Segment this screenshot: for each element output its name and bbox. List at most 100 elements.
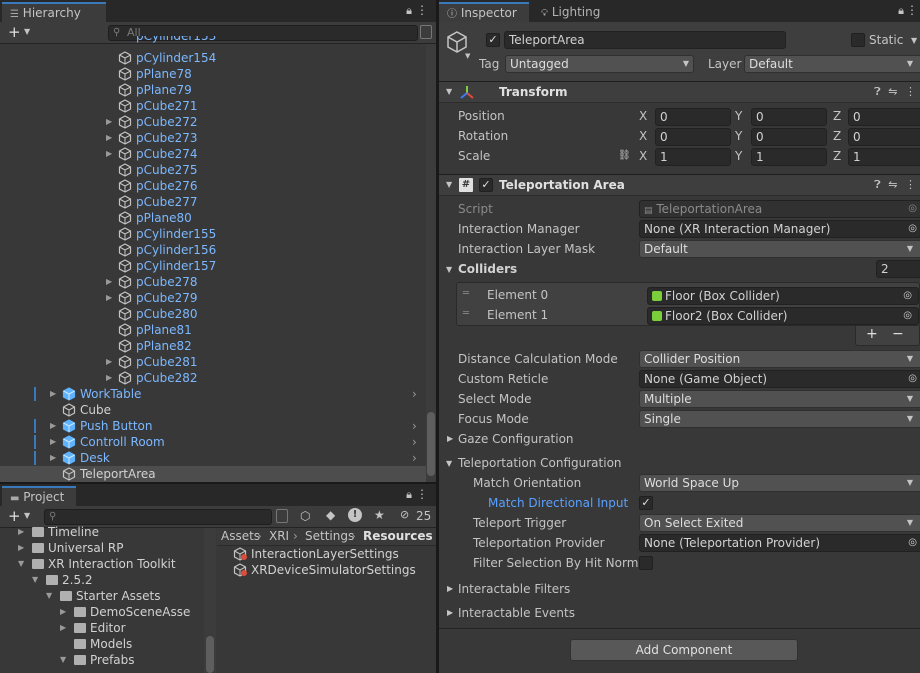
hierarchy-item[interactable]: pCube276 [0, 178, 436, 194]
gameobject-cube-icon[interactable] [445, 30, 469, 54]
transform-scale-x-field[interactable]: 1 [655, 148, 731, 166]
transform-scale-y-field[interactable]: 1 [751, 148, 827, 166]
interactable-events-label[interactable]: Interactable Events [458, 606, 575, 620]
add-component-button[interactable]: Add Component [570, 639, 798, 661]
hierarchy-item[interactable]: ▶ Controll Room › [0, 434, 436, 450]
hierarchy-scroll-thumb[interactable] [427, 412, 435, 476]
hierarchy-item[interactable]: pPlane82 [0, 338, 436, 354]
colliders-foldout-icon[interactable]: ▼ [446, 265, 452, 274]
expand-arrow-icon[interactable]: ▶ [106, 290, 112, 306]
project-search-input[interactable]: ⚲ [44, 509, 272, 525]
presets-icon[interactable]: ⇋ [888, 85, 897, 98]
folder-item[interactable]: ▼ XR Interaction Toolkit [0, 556, 204, 572]
drag-handle-icon[interactable]: ═ [463, 288, 469, 299]
axis-z-label[interactable]: Z [833, 149, 841, 163]
expand-arrow-icon[interactable]: ▶ [18, 540, 24, 556]
chevron-right-icon[interactable]: › [412, 386, 417, 402]
distance-mode-dropdown[interactable]: Collider Position ▼ [639, 350, 920, 368]
axis-x-label[interactable]: X [639, 129, 647, 143]
expand-arrow-icon[interactable]: ▶ [50, 386, 56, 402]
axis-z-label[interactable]: Z [833, 129, 841, 143]
remove-element-button[interactable]: − [892, 326, 904, 342]
hierarchy-scrollbar[interactable] [426, 44, 436, 482]
folder-item-partial[interactable] [0, 668, 204, 673]
static-checkbox[interactable] [851, 33, 865, 47]
hierarchy-item[interactable]: ▶ pCube279 [0, 290, 436, 306]
add-asset-button[interactable]: + [8, 507, 21, 525]
breadcrumb-item[interactable]: Resources [363, 529, 433, 543]
static-dropdown-arrow-icon[interactable]: ▼ [911, 36, 917, 45]
asset-item[interactable]: InteractionLayerSettings [217, 546, 436, 562]
lock-icon[interactable]: 🔒︎ [406, 488, 412, 502]
chevron-right-icon[interactable]: › [412, 418, 417, 434]
hierarchy-item[interactable]: pCube277 [0, 194, 436, 210]
transform-position-x-field[interactable]: 0 [655, 108, 731, 126]
more-menu-icon[interactable]: ⋮ [416, 487, 428, 501]
transform-position-y-field[interactable]: 0 [751, 108, 827, 126]
axis-x-label[interactable]: X [639, 109, 647, 123]
expanded-arrow-icon[interactable]: ▼ [46, 588, 52, 604]
object-picker-icon[interactable]: ◎ [908, 371, 917, 387]
teleportation-configuration-foldout-icon[interactable]: ▼ [446, 459, 452, 468]
filter-selection-checkbox[interactable] [639, 556, 653, 570]
drag-handle-icon[interactable]: ═ [463, 308, 469, 319]
axis-x-label[interactable]: X [639, 149, 647, 163]
more-menu-icon[interactable]: ⋮ [416, 3, 428, 17]
transform-scale-z-field[interactable]: 1 [848, 148, 920, 166]
match-orientation-dropdown[interactable]: World Space Up ▼ [639, 474, 920, 492]
axis-y-label[interactable]: Y [735, 129, 742, 143]
foldout-arrow-icon[interactable]: ▼ [446, 180, 452, 189]
search-by-type-icon[interactable] [276, 509, 288, 523]
gaze-configuration-label[interactable]: Gaze Configuration [458, 432, 574, 446]
hierarchy-item[interactable]: ▶ pCube282 [0, 370, 436, 386]
hierarchy-item[interactable]: ▶ pCube278 [0, 274, 436, 290]
folder-item[interactable]: ▶ Universal RP [0, 540, 204, 556]
tab-hierarchy[interactable]: ☰ Hierarchy [2, 2, 106, 22]
gaze-configuration-foldout-icon[interactable]: ▶ [447, 434, 453, 443]
hierarchy-item[interactable]: pCylinder154 [0, 50, 436, 66]
transform-rotation-y-field[interactable]: 0 [751, 128, 827, 146]
expand-arrow-icon[interactable]: ▶ [50, 418, 56, 434]
hierarchy-item[interactable]: ▶ pCube272 [0, 114, 436, 130]
add-dropdown-arrow-icon[interactable]: ▼ [24, 511, 30, 520]
teleportation-configuration-label[interactable]: Teleportation Configuration [458, 456, 622, 470]
teleportation-area-header[interactable]: ▼ # ✓ Teleportation Area ❓︎ ⇋ ⋮ [439, 174, 920, 196]
expand-arrow-icon[interactable]: ▶ [60, 604, 66, 620]
constrain-proportions-icon[interactable]: ⛓ [618, 150, 631, 161]
teleportation-provider-field[interactable]: None (Teleportation Provider) ◎ [639, 534, 920, 552]
expand-arrow-icon[interactable]: ▶ [106, 130, 112, 146]
filter-by-type-icon[interactable]: ⬡ [300, 509, 310, 523]
expand-arrow-icon[interactable]: ▶ [106, 146, 112, 162]
hierarchy-item[interactable]: pCylinder156 [0, 242, 436, 258]
transform-rotation-z-field[interactable]: 0 [848, 128, 920, 146]
help-icon[interactable]: ❓︎ [874, 178, 881, 191]
transform-rotation-x-field[interactable]: 0 [655, 128, 731, 146]
folder-item[interactable]: Models [0, 636, 204, 652]
object-name-field[interactable]: TeleportArea [504, 31, 786, 49]
hierarchy-item[interactable]: pPlane81 [0, 322, 436, 338]
hierarchy-item[interactable]: Cube [0, 402, 436, 418]
hierarchy-item[interactable]: pCube275 [0, 162, 436, 178]
hierarchy-item[interactable]: pCube271 [0, 98, 436, 114]
collider-element-field[interactable]: Floor (Box Collider) ◎ [647, 287, 919, 305]
breadcrumb-item[interactable]: XRI [269, 529, 289, 543]
folder-item[interactable]: ▶ Timeline [0, 524, 204, 540]
interactable-filters-foldout-icon[interactable]: ▶ [447, 584, 453, 593]
axis-y-label[interactable]: Y [735, 109, 742, 123]
transform-position-z-field[interactable]: 0 [848, 108, 920, 126]
foldout-arrow-icon[interactable]: ▼ [446, 87, 452, 96]
hierarchy-item[interactable]: ▶ pCube273 [0, 130, 436, 146]
hierarchy-item[interactable]: pCylinder155 [0, 226, 436, 242]
expanded-arrow-icon[interactable]: ▼ [60, 652, 66, 668]
expand-arrow-icon[interactable]: ▶ [60, 620, 66, 636]
match-directional-input-checkbox[interactable]: ✓ [639, 496, 653, 510]
expanded-arrow-icon[interactable]: ▼ [18, 556, 24, 572]
teleport-trigger-dropdown[interactable]: On Select Exited ▼ [639, 514, 920, 532]
object-picker-icon[interactable]: ◎ [903, 288, 912, 304]
active-checkbox[interactable]: ✓ [486, 33, 500, 47]
expanded-arrow-icon[interactable]: ▼ [32, 572, 38, 588]
icon-dropdown-arrow-icon[interactable]: ▼ [465, 52, 470, 60]
interaction-layer-mask-dropdown[interactable]: Default ▼ [639, 240, 920, 258]
tab-inspector[interactable]: ⓘ Inspector [439, 2, 529, 22]
hierarchy-item[interactable]: ▶ pCube281 [0, 354, 436, 370]
